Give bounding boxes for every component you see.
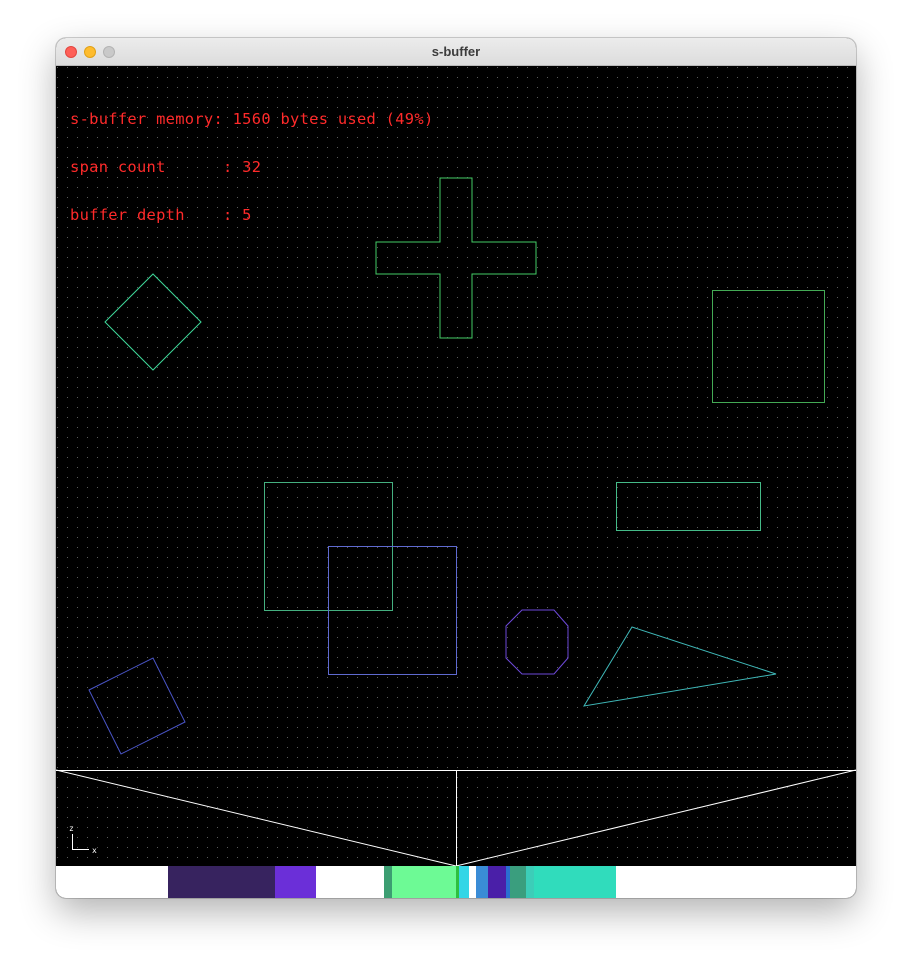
buffer-span [506, 866, 510, 898]
buffer-span [510, 866, 526, 898]
z-axis-label: z [69, 824, 74, 833]
buffer-span [534, 866, 616, 898]
span-count-stat: span count : 32 [70, 158, 262, 176]
buffer-span [168, 866, 275, 898]
x-axis-label: x [92, 846, 97, 855]
render-canvas[interactable]: z x s-buffer memory: 1560 bytes used (49 [56, 66, 856, 898]
window-title: s-buffer [431, 44, 481, 59]
buffer-span [392, 866, 456, 898]
buffer-depth-stat: buffer depth : 5 [70, 206, 252, 224]
buffer-span [526, 866, 534, 898]
buffer-span [456, 866, 459, 898]
buffer-span [384, 866, 392, 898]
depth-buffer-strip [168, 866, 616, 898]
memory-stat: s-buffer memory: 1560 bytes used (49%) [70, 110, 434, 128]
stats-overlay: s-buffer memory: 1560 bytes used (49%) s… [70, 79, 434, 255]
app-window: s-buffer z x s-buffer memory: 1560 bytes… [56, 38, 856, 898]
buffer-span [476, 866, 488, 898]
buffer-span [488, 866, 506, 898]
title-bar[interactable]: s-buffer [56, 38, 856, 66]
buffer-span [459, 866, 469, 898]
buffer-span [275, 866, 316, 898]
